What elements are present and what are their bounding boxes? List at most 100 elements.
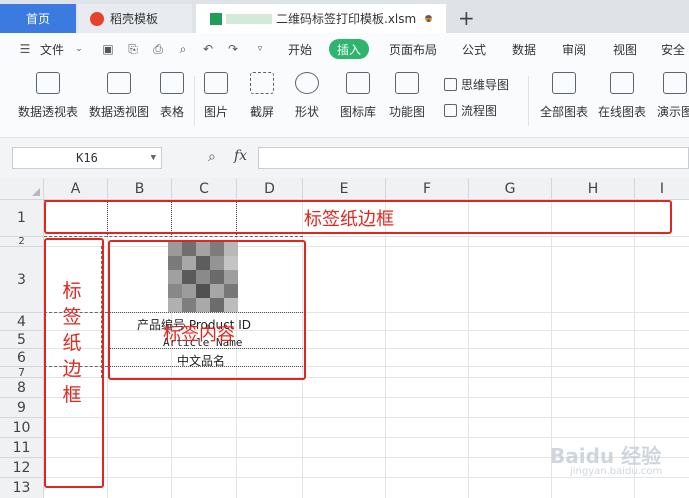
flow-chart-label: 流程图 (461, 104, 498, 118)
pivot-table-icon (36, 72, 60, 94)
menu-file[interactable]: 文件 (40, 33, 64, 66)
row-header-13[interactable]: 13 (0, 478, 44, 498)
undo-icon[interactable]: ↶ (201, 43, 215, 56)
tab-daoke[interactable]: 稻壳模板 (78, 4, 192, 33)
pivot-table-label: 数据透视表 (18, 105, 79, 119)
row-header-5[interactable]: 5 (0, 331, 44, 349)
pivot-chart-button[interactable]: 数据透视图 (89, 72, 149, 120)
ribbon-separator (194, 76, 195, 126)
menu-view[interactable]: 视图 (613, 33, 637, 66)
screenshot-label: 截屏 (250, 105, 275, 119)
menu-formula[interactable]: 公式 (462, 33, 486, 66)
grid-line (385, 200, 386, 498)
row-header-4[interactable]: 4 (0, 313, 44, 331)
tab-home-label: 首页 (25, 12, 50, 26)
grid-line (44, 417, 689, 418)
demo-chart-button[interactable]: 演示图 (657, 72, 689, 120)
column-header-d[interactable]: D (237, 178, 303, 200)
row-header-8[interactable]: 8 (0, 378, 44, 398)
row-header-11[interactable]: 11 (0, 438, 44, 458)
label-paper-border-annotation: 标签纸边框 (304, 209, 394, 230)
chevron-down-icon[interactable]: ⌄ (72, 43, 86, 56)
hamburger-menu-icon[interactable]: ☰ (18, 43, 32, 56)
pivot-chart-label: 数据透视图 (89, 105, 150, 119)
menu-review[interactable]: 审阅 (562, 33, 586, 66)
quick-access-more-icon[interactable]: ▿ (253, 43, 267, 56)
table-icon (160, 72, 184, 94)
flow-chart-icon (444, 104, 457, 117)
watermark-url: jingyan.baidu.com (570, 466, 663, 477)
all-charts-button[interactable]: 全部图表 (540, 72, 588, 120)
column-header-g[interactable]: G (469, 178, 552, 200)
function-chart-button[interactable]: 功能图 (389, 72, 425, 120)
icon-library-label: 图标库 (340, 105, 377, 119)
menu-data[interactable]: 数据 (512, 33, 536, 66)
picture-icon (204, 72, 228, 94)
tab-home[interactable]: 首页 (0, 4, 76, 33)
chevron-down-icon[interactable]: ▼ (151, 148, 156, 168)
new-tab-button[interactable]: + (458, 6, 475, 30)
print-icon[interactable]: ⎙ (151, 43, 165, 56)
demo-chart-label: 演示图 (657, 105, 689, 119)
name-box[interactable]: K16 ▼ (12, 147, 162, 169)
label-content-annotation: 标签内容 (163, 324, 235, 345)
formula-input[interactable] (258, 147, 689, 169)
screenshot-button[interactable]: 截屏 (250, 72, 274, 120)
online-chart-button[interactable]: 在线图表 (598, 72, 646, 120)
redo-icon[interactable]: ↷ (226, 43, 240, 56)
menu-start[interactable]: 开始 (288, 33, 312, 66)
row-header-3[interactable]: 3 (0, 247, 44, 313)
row-header-2[interactable]: 2 (0, 237, 44, 247)
all-charts-icon (552, 72, 576, 94)
shape-button[interactable]: 形状 (295, 72, 319, 120)
mind-map-label: 思维导图 (461, 78, 510, 92)
row-header-12[interactable]: 12 (0, 458, 44, 478)
insert-function-icon[interactable]: fx (234, 148, 247, 164)
mind-map-button[interactable]: 思维导图 (444, 76, 509, 93)
zoom-search-icon[interactable]: ⌕ (208, 149, 216, 165)
grid-line (44, 477, 689, 478)
row-header-6[interactable]: 6 (0, 349, 44, 367)
mind-map-icon (444, 78, 457, 91)
tab-file[interactable]: 二维码标签打印模板.xlsm (196, 4, 446, 33)
annotation-char-4: 边 (62, 358, 82, 380)
column-header-h[interactable]: H (552, 178, 635, 200)
row-header-1[interactable]: 1 (0, 200, 44, 237)
spreadsheet-file-icon (210, 12, 222, 25)
ribbon-separator (528, 76, 529, 126)
menu-page-layout[interactable]: 页面布局 (389, 33, 437, 66)
print-preview-icon[interactable]: ⌕ (176, 43, 190, 56)
column-header-b[interactable]: B (108, 178, 172, 200)
flow-chart-button[interactable]: 流程图 (444, 102, 497, 119)
demo-chart-icon (663, 72, 687, 94)
icon-library-icon (346, 72, 370, 94)
save-icon[interactable]: ▣ (101, 43, 115, 56)
column-header-e[interactable]: E (303, 178, 386, 200)
column-header-f[interactable]: F (386, 178, 469, 200)
row-header-9[interactable]: 9 (0, 398, 44, 418)
picture-button[interactable]: 图片 (204, 72, 228, 120)
icon-library-button[interactable]: 图标库 (340, 72, 376, 120)
grid-line (468, 200, 469, 498)
baidu-jingyan-watermark: Baidu 经验 (550, 444, 662, 468)
row-header-10[interactable]: 10 (0, 418, 44, 438)
menu-security[interactable]: 安全 (661, 33, 685, 66)
daoke-logo-icon (90, 11, 104, 26)
table-button[interactable]: 表格 (160, 72, 184, 120)
screenshot-icon (250, 72, 274, 94)
label-content-box (108, 240, 306, 380)
menu-insert[interactable]: 插入 (329, 39, 370, 59)
cell-reference: K16 (76, 151, 98, 165)
tab-daoke-label: 稻壳模板 (110, 12, 159, 26)
row-header-7[interactable]: 7 (0, 367, 44, 378)
select-all-corner[interactable] (0, 178, 44, 200)
export-icon[interactable]: ⎘ (126, 43, 140, 56)
online-chart-label: 在线图表 (598, 105, 647, 119)
ribbon-toolbar: 数据透视表 数据透视图 表格 图片 截屏 形状 图标库 功能图 思维导图 流程图… (0, 66, 689, 138)
column-header-c[interactable]: C (172, 178, 237, 200)
column-header-a[interactable]: A (44, 178, 108, 200)
pivot-table-button[interactable]: 数据透视表 (18, 72, 78, 120)
column-header-i[interactable]: I (635, 178, 689, 200)
menu-bar: ☰ 文件 ⌄ ▣ ⎘ ⎙ ⌕ ↶ ↷ ▿ 开始 插入 页面布局 公式 数据 审阅… (0, 33, 689, 66)
formula-bar: K16 ▼ ⌕ fx (0, 138, 689, 178)
